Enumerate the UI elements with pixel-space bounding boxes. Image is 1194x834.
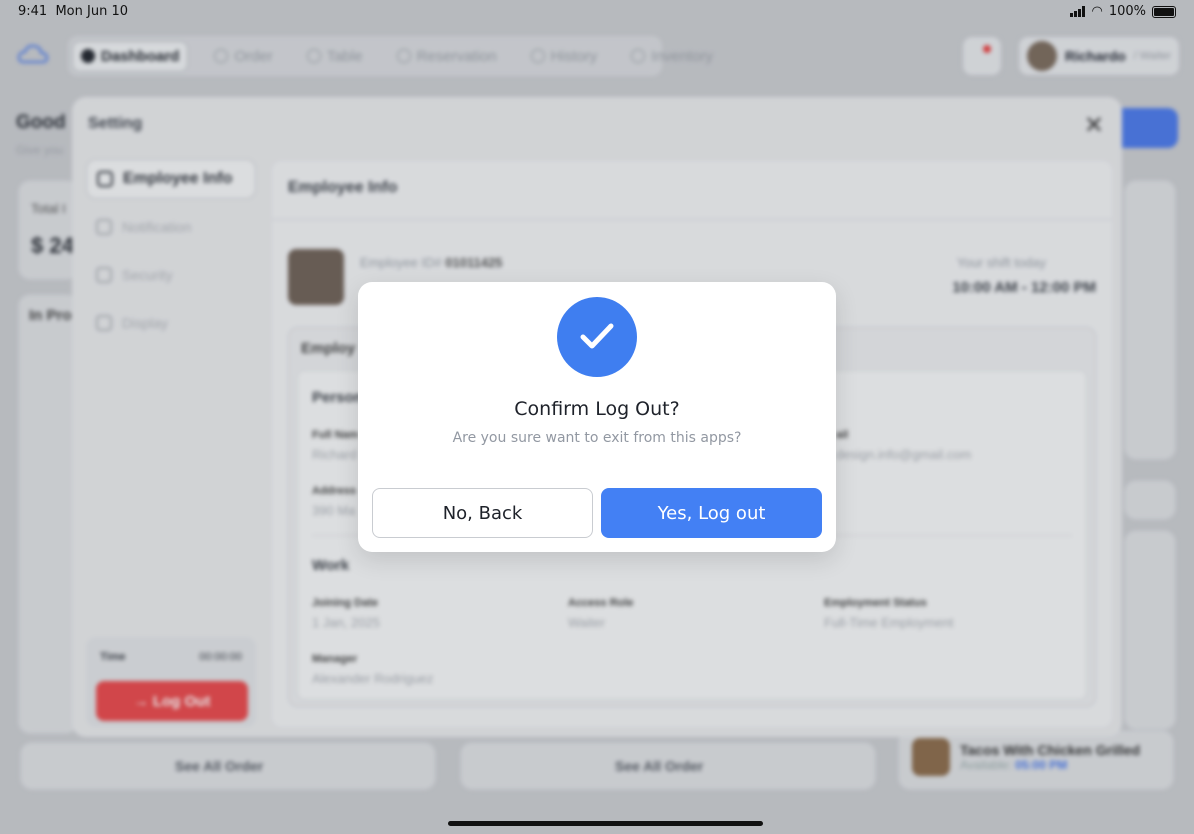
- status-bar: 9:41 Mon Jun 10 ◠ 100%: [0, 0, 1194, 24]
- confirm-logout-button[interactable]: Yes, Log out: [601, 488, 822, 538]
- cancel-button[interactable]: No, Back: [372, 488, 593, 538]
- battery-icon: [1152, 5, 1176, 18]
- dialog-subtitle: Are you sure want to exit from this apps…: [452, 430, 742, 446]
- status-time: 9:41 Mon Jun 10: [18, 4, 128, 19]
- logout-confirm-dialog: Confirm Log Out? Are you sure want to ex…: [358, 282, 836, 552]
- check-circle-icon: [557, 297, 637, 377]
- wifi-icon: ◠: [1091, 4, 1103, 19]
- home-indicator[interactable]: [448, 821, 763, 826]
- checkmark-icon: [580, 323, 614, 349]
- battery-percent: 100%: [1108, 4, 1146, 19]
- dialog-title: Confirm Log Out?: [514, 398, 680, 420]
- cellular-signal-icon: [1070, 6, 1086, 17]
